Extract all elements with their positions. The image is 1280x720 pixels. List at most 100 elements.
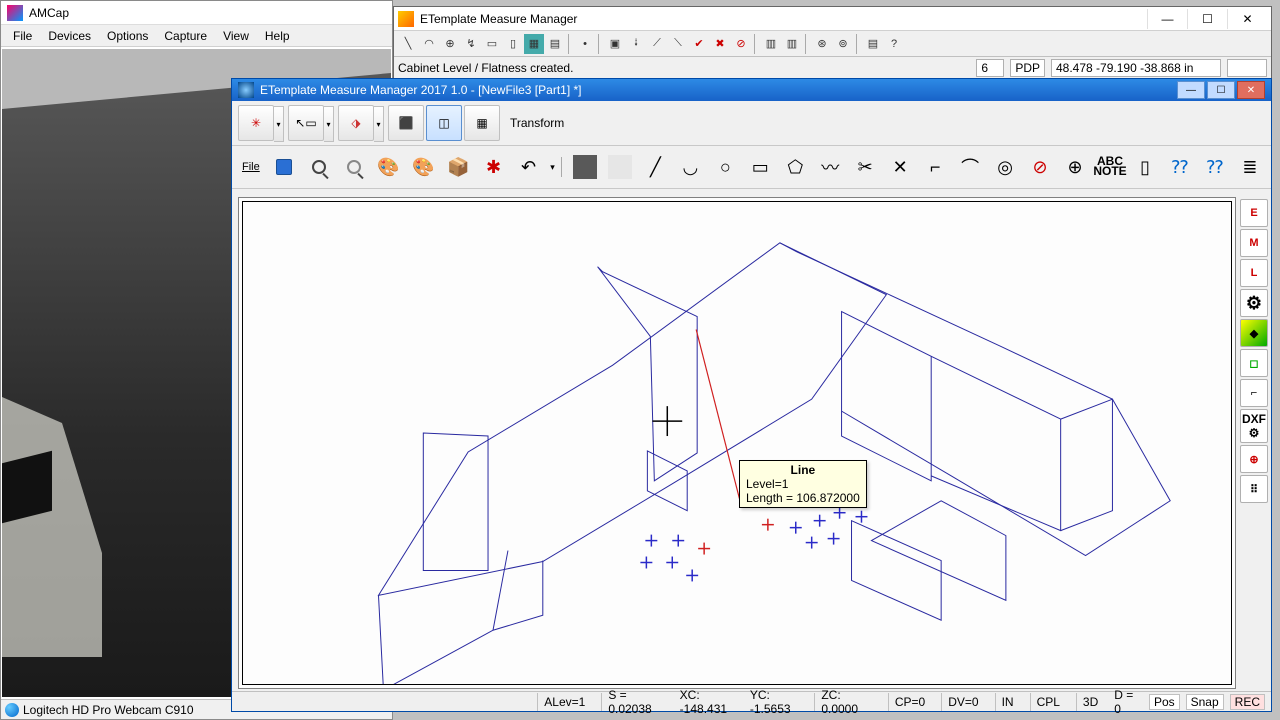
side-gear-button[interactable]: ⚙: [1240, 289, 1268, 317]
tool-rect-icon[interactable]: ▭: [482, 34, 502, 54]
etemplate-top-title: ETemplate Measure Manager: [420, 12, 577, 26]
etemplate-main-titlebar[interactable]: ETemplate Measure Manager 2017 1.0 - [Ne…: [232, 79, 1271, 101]
abc-note-button[interactable]: ABCNOTE: [1093, 150, 1127, 184]
tool-grid-icon[interactable]: ▦: [524, 34, 544, 54]
status-3d: 3D: [1076, 693, 1104, 711]
draw-circle-button[interactable]: ○: [708, 150, 742, 184]
tool-point-icon[interactable]: •: [575, 34, 595, 54]
tool-block1-icon[interactable]: ▥: [761, 34, 781, 54]
tool-nosign-icon[interactable]: ⊘: [731, 34, 751, 54]
palette2-button[interactable]: 🎨: [407, 150, 441, 184]
side-l-button[interactable]: L: [1240, 259, 1268, 287]
side-color-button[interactable]: ◆: [1240, 319, 1268, 347]
side-dxf-button[interactable]: DXF⚙: [1240, 409, 1268, 443]
iso-view-button[interactable]: ◫: [426, 105, 462, 141]
help1-button[interactable]: ⁇: [1163, 150, 1197, 184]
etemplate-main-window: ETemplate Measure Manager 2017 1.0 - [Ne…: [231, 78, 1272, 712]
tool-compass-icon[interactable]: ⊛: [812, 34, 832, 54]
status-rec[interactable]: REC: [1230, 694, 1265, 710]
tool-check2-icon[interactable]: ✔: [689, 34, 709, 54]
dropdown-small-icon[interactable]: ▾: [546, 150, 558, 184]
corner-button[interactable]: ⌐: [918, 150, 952, 184]
draw-rect-button[interactable]: ▭: [743, 150, 777, 184]
page-button[interactable]: ▯: [1128, 150, 1162, 184]
save-button[interactable]: [267, 150, 301, 184]
offset-button[interactable]: ◎: [988, 150, 1022, 184]
menu-help[interactable]: Help: [257, 26, 298, 46]
side-corner-button[interactable]: ⌐: [1240, 379, 1268, 407]
file-menu[interactable]: File: [236, 161, 266, 173]
menu-options[interactable]: Options: [99, 26, 156, 46]
dropdown-icon[interactable]: ▾: [274, 106, 284, 142]
menu-view[interactable]: View: [215, 26, 257, 46]
tool-circle-target-icon[interactable]: ⊕: [440, 34, 460, 54]
trim-button[interactable]: ✂: [848, 150, 882, 184]
intersect-button[interactable]: ✕: [883, 150, 917, 184]
draw-spline-button[interactable]: 〰: [813, 150, 847, 184]
tool-list-icon[interactable]: ▤: [863, 34, 883, 54]
pointer-tool-button[interactable]: ↖▭▾: [288, 105, 324, 141]
fillet-button[interactable]: ⌒: [953, 150, 987, 184]
dropdown-icon[interactable]: ▾: [374, 106, 384, 142]
box3d-button[interactable]: 📦: [442, 150, 476, 184]
color-dark-swatch[interactable]: [568, 150, 602, 184]
tool-line-icon[interactable]: ╲: [398, 34, 418, 54]
box-tool-button[interactable]: ⬛: [388, 105, 424, 141]
stop-button[interactable]: ⊘: [1023, 150, 1057, 184]
draw-line-button[interactable]: ╱: [638, 150, 672, 184]
color-light-swatch[interactable]: [603, 150, 637, 184]
status-snap[interactable]: Snap: [1186, 694, 1224, 710]
amcap-app-icon: [7, 5, 23, 21]
extract-tool-button[interactable]: ⬗▾: [338, 105, 374, 141]
layers-button[interactable]: ≣: [1233, 150, 1267, 184]
gear-icon: ⚙: [1246, 293, 1262, 314]
tool-measure1-icon[interactable]: ⭭: [626, 34, 646, 54]
tool-measure2-icon[interactable]: ⟋: [647, 34, 667, 54]
marker-points: [640, 507, 867, 582]
menu-capture[interactable]: Capture: [156, 26, 215, 46]
help2-button[interactable]: ⁇: [1198, 150, 1232, 184]
axes-tool-button[interactable]: ✳▾: [238, 105, 274, 141]
zoom-extents-button[interactable]: [337, 150, 371, 184]
minimize-button[interactable]: —: [1177, 81, 1205, 99]
drawing-viewport[interactable]: Line Level=1 Length = 106.872000: [238, 197, 1236, 689]
status-num-field[interactable]: 6: [976, 59, 1004, 77]
tool-help-icon[interactable]: ?: [884, 34, 904, 54]
draw-arc-button[interactable]: ◡: [673, 150, 707, 184]
transform-label[interactable]: Transform: [502, 116, 572, 130]
maximize-button[interactable]: ☐: [1207, 81, 1235, 99]
side-target-button[interactable]: ⊕: [1240, 445, 1268, 473]
close-button[interactable]: ✕: [1227, 9, 1267, 29]
tool-arc-icon[interactable]: ◠: [419, 34, 439, 54]
side-frame-button[interactable]: ◻: [1240, 349, 1268, 377]
tool-check-icon[interactable]: ▤: [545, 34, 565, 54]
palette-button[interactable]: 🎨: [372, 150, 406, 184]
tool-compass2-icon[interactable]: ⊚: [833, 34, 853, 54]
undo-button[interactable]: ↶: [512, 150, 546, 184]
zoom-window-button[interactable]: [302, 150, 336, 184]
draw-poly-button[interactable]: ⬠: [778, 150, 812, 184]
tool-measure3-icon[interactable]: ⟍: [668, 34, 688, 54]
side-dots-button[interactable]: ⠿: [1240, 475, 1268, 503]
menu-file[interactable]: File: [5, 26, 40, 46]
side-m-button[interactable]: M: [1240, 229, 1268, 257]
tool-cancel-icon[interactable]: ✖: [710, 34, 730, 54]
grid-view-button[interactable]: ▦: [464, 105, 500, 141]
tool-flag-icon[interactable]: ▯: [503, 34, 523, 54]
status-pos[interactable]: Pos: [1149, 694, 1180, 710]
etemplate-top-titlebar[interactable]: ETemplate Measure Manager — ☐ ✕: [394, 7, 1271, 31]
menu-devices[interactable]: Devices: [40, 26, 99, 46]
close-button[interactable]: ✕: [1237, 81, 1265, 99]
status-dv: DV=0: [941, 693, 984, 711]
tool-polyline-icon[interactable]: ↯: [461, 34, 481, 54]
tool-select-icon[interactable]: ▣: [605, 34, 625, 54]
minimize-button[interactable]: —: [1147, 9, 1187, 29]
dropdown-icon[interactable]: ▾: [324, 106, 334, 142]
amcap-titlebar[interactable]: AMCap: [1, 1, 392, 25]
maximize-button[interactable]: ☐: [1187, 9, 1227, 29]
tool-block2-icon[interactable]: ▥: [782, 34, 802, 54]
delete-button[interactable]: ✱: [477, 150, 511, 184]
side-e-button[interactable]: E: [1240, 199, 1268, 227]
target-button[interactable]: ⊕: [1058, 150, 1092, 184]
line-info-tooltip: Line Level=1 Length = 106.872000: [739, 460, 867, 508]
